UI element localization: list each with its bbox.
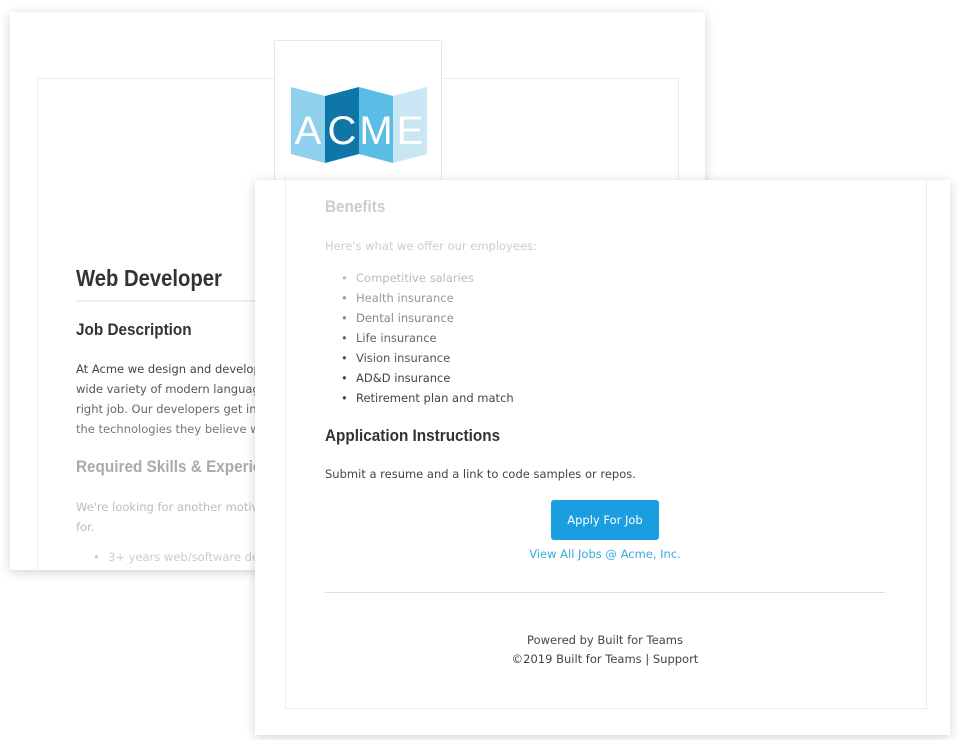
application-text: Submit a resume and a link to code sampl… [325, 467, 636, 481]
description-line: right job. Our developers get inc [76, 402, 263, 416]
benefit-item: Dental insurance [341, 311, 454, 325]
svg-text:C: C [328, 109, 357, 153]
apply-for-job-button[interactable]: Apply For Job [551, 500, 659, 540]
description-line: the technologies they believe wil [76, 422, 267, 436]
svg-text:A: A [295, 109, 322, 153]
acme-logo: ACME [291, 87, 427, 163]
svg-text:M: M [359, 109, 392, 153]
description-line: wide variety of modern language [76, 382, 267, 396]
svg-text:E: E [397, 109, 424, 153]
job-description-heading: Job Description [76, 320, 192, 339]
benefit-item: Vision insurance [341, 351, 450, 365]
benefits-heading: Benefits [325, 197, 386, 216]
view-all-jobs-link[interactable]: View All Jobs @ Acme, Inc. [255, 547, 955, 561]
skills-intro-line: We're looking for another motiva [76, 500, 266, 514]
copyright-line: ©2019 Built for Teams | Support [255, 652, 955, 666]
job-page-front-card: Benefits Here's what we offer our employ… [255, 178, 950, 735]
benefits-intro: Here's what we offer our employees: [325, 239, 537, 253]
logo-container: ACME [274, 40, 442, 192]
benefit-item: Health insurance [341, 291, 454, 305]
skills-intro-line: for. [76, 520, 95, 534]
skills-item: 3+ years web/software dev [93, 550, 266, 564]
benefit-item: Life insurance [341, 331, 437, 345]
separator: | [645, 652, 650, 666]
benefit-item: Competitive salaries [341, 271, 474, 285]
copyright-text: ©2019 Built for Teams [511, 652, 642, 666]
skills-heading: Required Skills & Experien [76, 457, 271, 476]
description-line: At Acme we design and develop [76, 362, 261, 376]
support-link[interactable]: Support [653, 652, 698, 666]
job-title: Web Developer [76, 265, 222, 291]
powered-by-text: Powered by Built for Teams [527, 633, 683, 647]
benefit-item: AD&D insurance [341, 371, 451, 385]
footer-divider [325, 592, 885, 593]
application-heading: Application Instructions [325, 426, 501, 445]
benefit-item: Retirement plan and match [341, 391, 514, 405]
